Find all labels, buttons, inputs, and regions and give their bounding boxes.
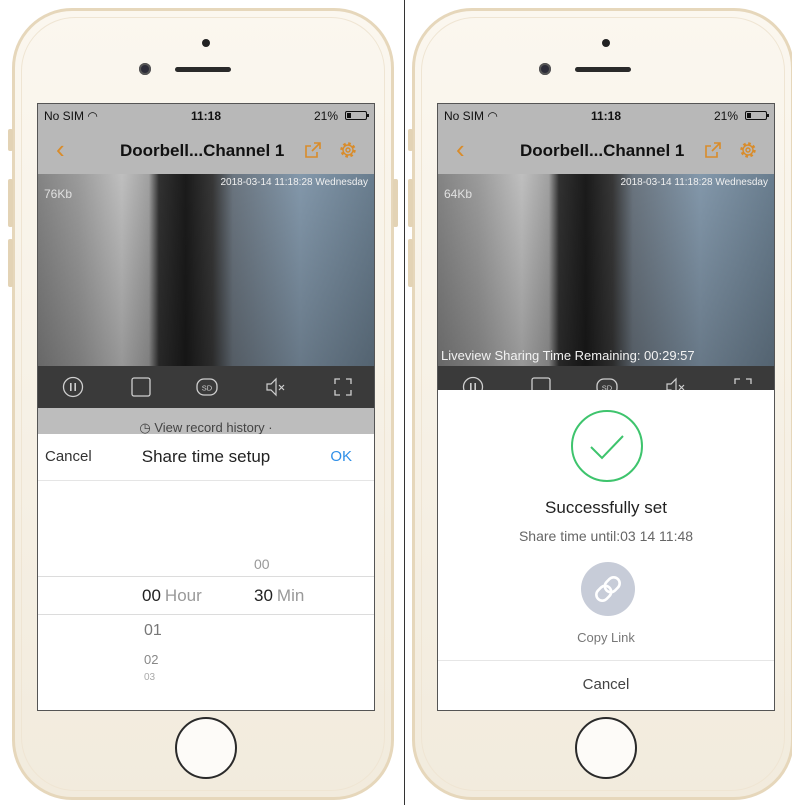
hour-option: 03: [144, 672, 156, 683]
link-icon: [595, 576, 621, 602]
mute-icon[interactable]: [264, 376, 286, 398]
live-video[interactable]: 2018-03-14 11:18:28 Wednesday 64Kb Livev…: [438, 174, 774, 366]
picker-bottom-line: [38, 614, 374, 615]
pause-icon[interactable]: [62, 376, 84, 398]
hour-selected: 00: [142, 586, 161, 605]
bitrate-label: 76Kb: [44, 187, 73, 201]
battery-percent: 21%: [713, 109, 738, 123]
earpiece-speaker: [575, 67, 631, 72]
dialog-cancel-button[interactable]: Cancel: [438, 676, 774, 693]
volume-up-button: [408, 179, 413, 227]
fullscreen-icon[interactable]: [332, 376, 354, 398]
phone-left: No SIM ◠ 11:18 21% ‹ Doorbell...Channel …: [8, 8, 398, 800]
home-button[interactable]: [575, 717, 637, 779]
checkmark-icon: [571, 410, 643, 482]
record-history-bar[interactable]: ◷ View record history ·: [38, 408, 374, 434]
bitrate-label: 64Kb: [444, 187, 473, 201]
home-button[interactable]: [175, 717, 237, 779]
page-title: Doorbell...Channel 1: [120, 141, 285, 160]
share-until-text: Share time until:03 14 11:48: [518, 528, 694, 544]
back-chevron-icon[interactable]: ‹: [56, 136, 65, 162]
nav-bar: ‹ Doorbell...Channel 1: [38, 128, 374, 174]
phone-right: No SIM ◠ 11:18 21% ‹ Doorbell...Channel …: [408, 8, 792, 800]
copy-link-label[interactable]: Copy Link: [438, 630, 774, 645]
history-label: View record history: [154, 420, 265, 434]
status-bar: No SIM ◠ 11:18 21%: [438, 104, 774, 128]
live-video[interactable]: 2018-03-14 11:18:28 Wednesday 76Kb: [38, 174, 374, 366]
hour-option: 01: [144, 622, 162, 639]
osd-timestamp: 2018-03-14 11:18:28 Wednesday: [620, 177, 768, 188]
battery-icon: [345, 111, 369, 120]
battery-percent: 21%: [313, 109, 338, 123]
sheet-header: Cancel Share time setup OK: [38, 434, 374, 481]
gear-icon[interactable]: [338, 140, 358, 160]
copy-link-button[interactable]: [581, 562, 635, 616]
screen-right: No SIM ◠ 11:18 21% ‹ Doorbell...Channel …: [437, 103, 775, 711]
power-button: [393, 179, 398, 227]
ok-button[interactable]: OK: [330, 448, 352, 465]
screen-left: No SIM ◠ 11:18 21% ‹ Doorbell...Channel …: [37, 103, 375, 711]
hour-option: 02: [144, 652, 159, 667]
minute-unit: Min: [276, 586, 305, 605]
clock-icon: ◷: [139, 420, 151, 434]
osd-timestamp: 2018-03-14 11:18:28 Wednesday: [220, 177, 368, 188]
hour-unit: Hour: [164, 586, 202, 605]
battery-icon: [745, 111, 769, 120]
volume-up-button: [8, 179, 13, 227]
svg-text:SD: SD: [202, 384, 213, 393]
share-time-sheet: Cancel Share time setup OK 00 Hour 01 02 …: [38, 434, 374, 710]
earpiece-speaker: [175, 67, 231, 72]
status-bar: No SIM ◠ 11:18 21%: [38, 104, 374, 128]
share-icon[interactable]: [704, 141, 722, 159]
front-camera: [539, 63, 551, 75]
back-chevron-icon[interactable]: ‹: [456, 136, 465, 162]
panel-divider: [404, 0, 405, 805]
mute-switch: [408, 129, 413, 151]
proximity-sensor: [602, 39, 610, 47]
sd-quality-icon[interactable]: SD: [196, 376, 218, 398]
playback-controls: SD: [38, 366, 374, 408]
minute-selected: 30: [254, 586, 273, 605]
success-dialog: Successfully set Share time until:03 14 …: [438, 390, 774, 710]
sheet-title: Share time setup: [141, 447, 271, 466]
proximity-sensor: [202, 39, 210, 47]
share-remaining-banner: Liveview Sharing Time Remaining: 00:29:5…: [441, 348, 695, 363]
page-title: Doorbell...Channel 1: [520, 141, 685, 160]
volume-down-button: [408, 239, 413, 287]
volume-down-button: [8, 239, 13, 287]
share-icon[interactable]: [304, 141, 322, 159]
nav-bar: ‹ Doorbell...Channel 1: [438, 128, 774, 174]
mute-switch: [8, 129, 13, 151]
front-camera: [139, 63, 151, 75]
gear-icon[interactable]: [738, 140, 758, 160]
picker-top-line: [38, 576, 374, 577]
record-icon[interactable]: [130, 376, 152, 398]
minute-option: 00: [254, 556, 270, 572]
dialog-separator: [438, 660, 774, 661]
success-title: Successfully set: [545, 498, 667, 517]
collapse-icon: ·: [268, 420, 273, 434]
